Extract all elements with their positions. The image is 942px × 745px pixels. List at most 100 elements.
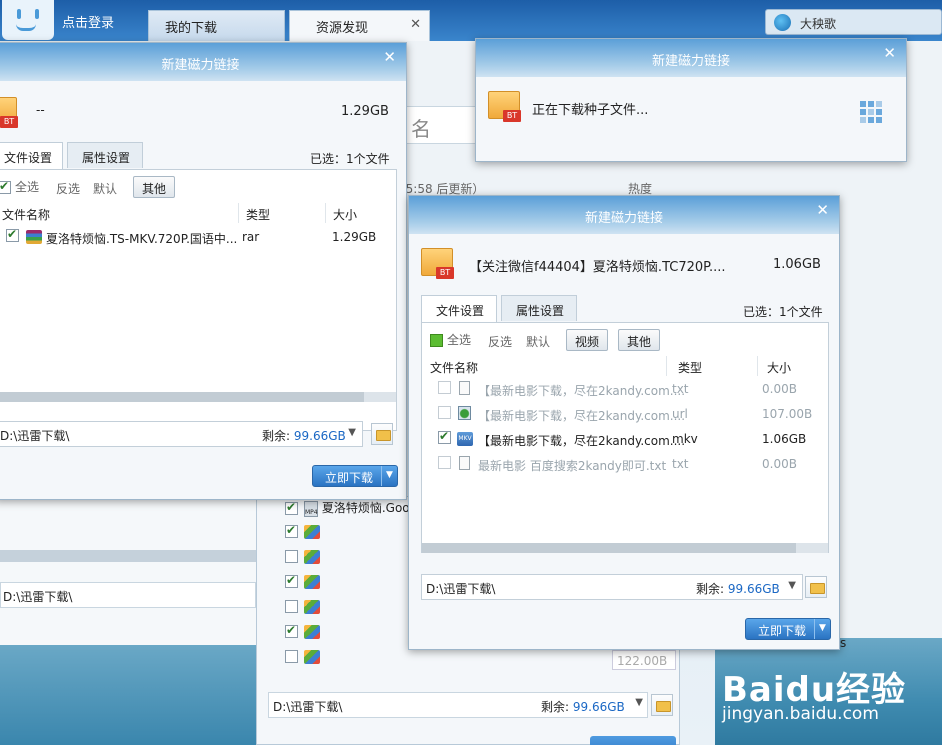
invert-selection-button[interactable]: 反选 (56, 180, 80, 197)
select-all-label: 全选 (447, 333, 472, 347)
table-row[interactable]: 【最新电影下载，尽在2kandy.com.... url 107.00B (422, 403, 828, 425)
file-size: 0.00B (762, 382, 797, 396)
select-all-checkbox[interactable]: 全选 (430, 331, 471, 348)
table-row[interactable]: 【最新电影下载，尽在2kandy.com.... txt 0.00B (422, 378, 828, 400)
download-label: 立即下载 (325, 471, 374, 485)
remaining-value: 99.66GB (727, 582, 780, 596)
filter-video-button[interactable]: 视频 (566, 329, 609, 351)
checkbox[interactable] (285, 550, 298, 563)
middle-download-button[interactable] (590, 736, 676, 745)
middle-path-field[interactable]: D:\迅雷下载\ 剩余: 99.66GB ▼ (268, 692, 648, 718)
column-header-name[interactable]: 文件名称 (0, 203, 239, 223)
avatar[interactable] (2, 0, 54, 40)
checkbox[interactable] (438, 381, 451, 394)
checkbox[interactable] (285, 600, 298, 613)
tab-file-settings[interactable]: 文件设置 (421, 295, 497, 322)
background-dialog-lower (0, 500, 256, 645)
default-selection-button[interactable]: 默认 (526, 333, 550, 350)
save-path-field[interactable]: D:\迅雷下载\ 剩余: 99.66GB ▼ (421, 574, 803, 600)
column-header-type[interactable]: 类型 (672, 356, 758, 376)
search-input[interactable]: 大秧歌 (765, 9, 942, 35)
column-header-name[interactable]: 文件名称 (424, 356, 667, 376)
invert-selection-button[interactable]: 反选 (488, 333, 512, 350)
chevron-down-icon[interactable]: ▼ (348, 427, 356, 438)
mkv-file-icon: MKV (457, 431, 473, 446)
bt-file-icon (488, 91, 521, 122)
list-item[interactable] (285, 573, 320, 596)
search-text: 大秧歌 (800, 17, 837, 31)
close-icon[interactable]: ✕ (383, 48, 396, 66)
select-all-label: 全选 (15, 180, 40, 194)
folder-icon[interactable] (805, 576, 827, 598)
scrollbar-thumb[interactable] (0, 392, 364, 402)
windows-file-icon (304, 649, 320, 664)
filter-other-button[interactable]: 其他 (133, 176, 176, 198)
torrent-size: 1.06GB (773, 257, 821, 272)
file-size-text: 122.00B (612, 650, 676, 670)
file-name: 夏洛特烦恼.TS-MKV.720P.国语中... (46, 232, 238, 246)
selected-count: 已选：1个文件 (743, 305, 823, 319)
horizontal-scrollbar[interactable] (422, 543, 828, 553)
folder-icon[interactable] (371, 423, 393, 445)
tab-resource-discovery[interactable]: 资源发现 ✕ (289, 10, 430, 41)
checkbox[interactable] (0, 179, 11, 194)
checkbox[interactable] (285, 500, 298, 515)
list-item[interactable] (285, 649, 320, 671)
file-type: rar (242, 230, 260, 244)
close-icon[interactable]: ✕ (883, 44, 896, 62)
checkbox[interactable] (285, 623, 298, 638)
chevron-down-icon[interactable]: ▼ (788, 580, 796, 591)
column-header-type[interactable]: 类型 (240, 203, 326, 223)
default-selection-button[interactable]: 默认 (93, 180, 117, 197)
login-link[interactable]: 点击登录 (62, 12, 114, 31)
checkbox[interactable] (438, 406, 451, 419)
tab-label: 文件设置 (436, 304, 485, 318)
windows-file-icon (304, 574, 320, 589)
download-now-button[interactable]: 立即下载 ▼ (745, 618, 831, 640)
filter-other-button[interactable]: 其他 (618, 329, 661, 351)
close-icon[interactable]: ✕ (410, 17, 421, 32)
table-row[interactable]: MKV 【最新电影下载，尽在2kandy.com.... mkv 1.06GB (422, 428, 828, 450)
dialog-title: 新建磁力链接 (584, 211, 663, 226)
table-row[interactable]: 最新电影 百度搜索2kandy即可.txt txt 0.00B (422, 453, 828, 475)
checkbox[interactable] (438, 456, 451, 469)
magnet-dialog-right: 新建磁力链接 ✕ 【关注微信f44404】夏洛特烦恼.TC720P.... 1.0… (408, 195, 840, 650)
checkbox[interactable] (6, 227, 19, 242)
background-scrollbar[interactable] (0, 550, 256, 562)
chevron-down-icon[interactable]: ▼ (814, 619, 830, 639)
column-header-size[interactable]: 大小 (761, 356, 829, 376)
tab-file-settings[interactable]: 文件设置 (0, 142, 63, 169)
chevron-down-icon[interactable]: ▼ (381, 466, 397, 486)
remaining-label: 剩余: (262, 429, 294, 443)
dialog-title-bar: 新建磁力链接 ✕ (0, 43, 406, 81)
background-search-box[interactable]: 名 (404, 106, 476, 144)
checkbox-partial[interactable] (430, 334, 443, 347)
save-path-field[interactable]: D:\迅雷下载\ 剩余: 99.66GB ▼ (0, 421, 363, 447)
scrollbar-thumb[interactable] (422, 543, 796, 553)
folder-icon[interactable] (651, 694, 673, 716)
background-path-field[interactable]: D:\迅雷下载\ (0, 582, 256, 608)
magnet-dialog-left: 新建磁力链接 ✕ -- 1.29GB 文件设置 属性设置 已选：1个文件 全选 反… (0, 42, 407, 500)
close-icon[interactable]: ✕ (816, 201, 829, 219)
checkbox[interactable] (438, 429, 451, 444)
list-item[interactable]: MP4 夏洛特烦恼.Goo (285, 499, 410, 521)
list-item[interactable] (285, 523, 320, 546)
table-row[interactable]: 夏洛特烦恼.TS-MKV.720P.国语中... rar 1.29GB (0, 226, 396, 248)
checkbox[interactable] (285, 650, 298, 663)
tab-property-settings[interactable]: 属性设置 (501, 295, 577, 321)
tab-my-downloads[interactable]: 我的下载 (148, 10, 285, 41)
chevron-down-icon[interactable]: ▼ (635, 697, 643, 708)
checkbox[interactable] (285, 573, 298, 588)
select-all-checkbox[interactable]: 全选 (0, 178, 39, 195)
file-size: 107.00B (762, 407, 813, 421)
horizontal-scrollbar[interactable] (0, 392, 396, 402)
file-list: 全选 反选 默认 其他 文件名称 类型 大小 夏洛特烦恼.TS-MKV.720P… (0, 169, 397, 431)
checkbox[interactable] (285, 523, 298, 538)
tab-property-settings[interactable]: 属性设置 (67, 142, 143, 168)
remaining-value: 99.66GB (572, 700, 625, 714)
list-item[interactable] (285, 549, 320, 571)
column-header-size[interactable]: 大小 (327, 203, 397, 223)
download-now-button[interactable]: 立即下载 ▼ (312, 465, 398, 487)
list-item[interactable] (285, 599, 320, 621)
list-item[interactable] (285, 623, 320, 646)
